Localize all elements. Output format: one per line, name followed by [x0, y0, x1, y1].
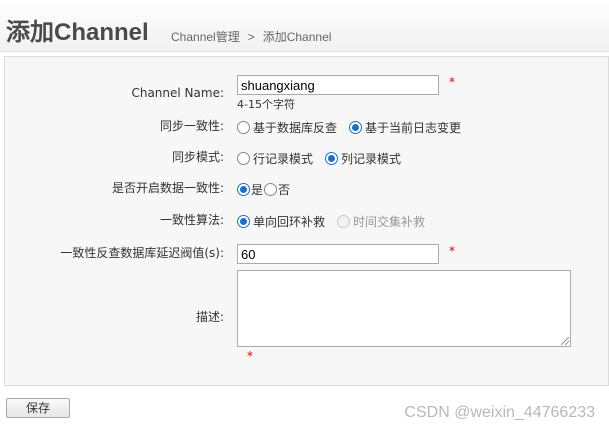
enable-consistency-options: 是 否: [237, 178, 302, 200]
consistency-options: 基于数据库反查 基于当前日志变更: [237, 116, 473, 138]
breadcrumb-parent-link[interactable]: Channel管理: [171, 30, 240, 44]
watermark: CSDN @weixin_44766233: [404, 404, 595, 421]
enable-consistency-label: 是否开启数据一致性:: [111, 181, 224, 195]
form-panel: Channel Name: * 4-15个字符 同步一致性: 基于数据库反查 基…: [4, 56, 609, 386]
channel-name-hint: 4-15个字符: [237, 98, 295, 111]
radio-time-intersection: [337, 214, 351, 228]
row-enable-consistency: 是否开启数据一致性: 是 否: [5, 178, 609, 200]
breadcrumb-separator: >: [247, 30, 255, 44]
row-consistency: 同步一致性: 基于数据库反查 基于当前日志变更: [5, 116, 609, 138]
option-label: 列记录模式: [341, 151, 402, 166]
radio-log-change[interactable]: [349, 120, 363, 134]
channel-name-control: *: [237, 74, 455, 96]
description-textarea[interactable]: [237, 270, 571, 347]
breadcrumb-current: 添加Channel: [262, 30, 332, 44]
row-algorithm: 一致性算法: 单向回环补救 时间交集补救: [5, 210, 609, 232]
radio-column-mode[interactable]: [325, 151, 339, 165]
row-delay-threshold: 一致性反查数据库延迟阀值(s): *: [5, 243, 609, 265]
algorithm-options: 单向回环补救 时间交集补救: [237, 210, 437, 232]
consistency-option-log-change[interactable]: 基于当前日志变更: [349, 119, 461, 136]
sync-mode-option-row[interactable]: 行记录模式: [237, 150, 313, 167]
breadcrumb: Channel管理 > 添加Channel: [171, 28, 331, 45]
page-header: 添加Channel Channel管理 > 添加Channel: [0, 0, 609, 52]
radio-row-mode[interactable]: [237, 151, 250, 165]
enable-consistency-option-no[interactable]: 否: [264, 181, 290, 198]
delay-threshold-input[interactable]: [237, 244, 439, 264]
row-channel-name: Channel Name: *: [5, 74, 609, 100]
option-label: 行记录模式: [253, 151, 314, 166]
sync-mode-options: 行记录模式 列记录模式: [237, 147, 413, 169]
channel-name-label: Channel Name:: [131, 86, 224, 100]
option-label: 单向回环补救: [253, 214, 326, 229]
row-sync-mode: 同步模式: 行记录模式 列记录模式: [5, 147, 609, 169]
option-label: 基于当前日志变更: [365, 120, 462, 135]
delay-threshold-label: 一致性反查数据库延迟阀值(s):: [60, 246, 224, 260]
page-title: 添加Channel: [6, 19, 149, 46]
radio-yes[interactable]: [237, 182, 250, 196]
radio-db-check[interactable]: [237, 120, 250, 134]
algorithm-option-loop[interactable]: 单向回环补救: [237, 213, 325, 230]
option-label: 是: [251, 182, 264, 197]
algorithm-label: 一致性算法:: [159, 213, 224, 227]
radio-loop-remedy[interactable]: [237, 214, 250, 228]
channel-name-input[interactable]: [237, 75, 439, 95]
delay-threshold-control: *: [237, 243, 455, 265]
algorithm-option-time-intersection: 时间交集补救: [337, 213, 425, 230]
sync-mode-label: 同步模式:: [171, 150, 224, 164]
consistency-option-db-check[interactable]: 基于数据库反查: [237, 119, 337, 136]
channel-name-required-mark: *: [449, 75, 455, 89]
description-required-mark: *: [247, 349, 253, 363]
delay-threshold-required-mark: *: [449, 244, 455, 258]
save-button[interactable]: 保存: [6, 398, 70, 418]
option-label: 基于数据库反查: [253, 120, 338, 135]
sync-mode-option-column[interactable]: 列记录模式: [325, 150, 401, 167]
description-label: 描述:: [195, 310, 224, 324]
resize-grip-icon[interactable]: [561, 337, 569, 345]
consistency-label: 同步一致性:: [159, 119, 224, 133]
radio-no[interactable]: [264, 182, 278, 196]
option-label: 否: [278, 182, 291, 197]
enable-consistency-option-yes[interactable]: 是: [237, 181, 263, 198]
option-label: 时间交集补救: [353, 214, 426, 229]
